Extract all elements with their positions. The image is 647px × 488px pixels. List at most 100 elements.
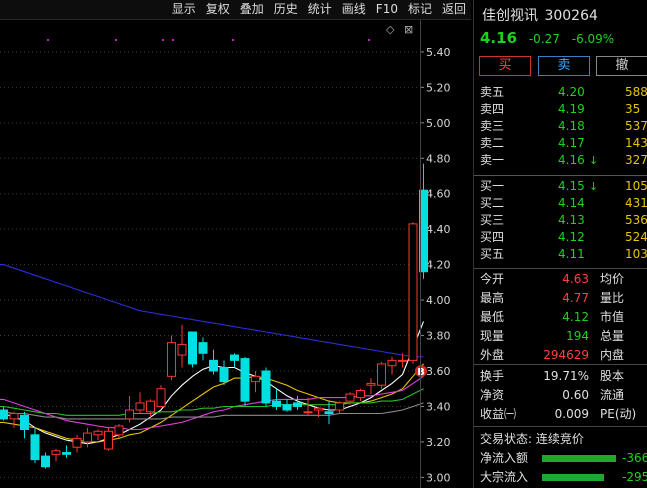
stat-label: 换手 xyxy=(480,369,505,383)
order-volume: 327 xyxy=(625,153,647,167)
stat-label: PE(动) xyxy=(600,407,637,421)
candle-body[interactable] xyxy=(398,359,407,362)
candle-body[interactable] xyxy=(198,342,208,354)
bid-row[interactable]: 买二 4.14 431 xyxy=(480,195,647,212)
order-level-label: 买一 xyxy=(480,179,505,193)
sell-button[interactable]: 卖 xyxy=(538,56,590,76)
bid-row[interactable]: 买四 4.12 524 xyxy=(480,229,647,246)
ask-row[interactable]: 卖三 4.18 537 xyxy=(480,118,647,135)
order-volume: 524 xyxy=(625,230,647,244)
y-tick-label: 4.40 xyxy=(426,223,451,236)
candle-body[interactable] xyxy=(366,382,376,386)
candle-body[interactable] xyxy=(177,343,187,356)
candle-body[interactable] xyxy=(356,390,365,399)
candle-body[interactable] xyxy=(0,409,8,420)
flow-value: -2958 xyxy=(622,470,647,484)
candle-body[interactable] xyxy=(240,358,250,402)
candle-body[interactable] xyxy=(9,413,19,420)
toolbar-button[interactable]: 返回 xyxy=(437,0,471,20)
flow-label: 大宗流入 xyxy=(480,470,529,484)
ask-row[interactable]: 卖四 4.19 35 xyxy=(480,101,647,118)
candle-body[interactable] xyxy=(293,402,302,407)
ask-row[interactable]: 卖一 4.16 ↓ 327 xyxy=(480,152,647,169)
candle-body[interactable] xyxy=(167,342,176,377)
candle-body[interactable] xyxy=(125,409,134,420)
toolbar-button[interactable]: 复权 xyxy=(201,0,235,20)
toolbar-button[interactable]: 标记 xyxy=(403,0,437,20)
candle-body[interactable] xyxy=(188,331,197,365)
order-volume: 431 xyxy=(625,196,647,210)
stat-label: 最低 xyxy=(480,310,505,324)
candle-body[interactable] xyxy=(20,414,29,430)
buy-button[interactable]: 买 xyxy=(479,56,531,76)
candle-body[interactable] xyxy=(377,363,386,386)
candle-body[interactable] xyxy=(324,411,334,415)
candle-body[interactable] xyxy=(335,402,344,411)
signal-dot xyxy=(368,39,370,41)
stat-cur-vol-value: 194 xyxy=(566,329,589,343)
kline-chart-svg[interactable]: 5.40 5.20 5.00 4.80 4.60 4.40 4.20 4.00 3.80 3.60… xyxy=(0,20,471,488)
candle-body[interactable] xyxy=(282,404,292,411)
toolbar-button[interactable]: 统计 xyxy=(303,0,337,20)
flow-bar xyxy=(542,455,616,462)
toolbar-button[interactable]: F10 xyxy=(371,0,403,20)
order-price: 4.16 xyxy=(558,153,585,167)
order-price: 4.12 xyxy=(558,230,585,244)
close-box-icon[interactable]: ⊠ xyxy=(404,23,413,36)
stock-header: 佳创视讯 300264 xyxy=(482,5,598,25)
candle-body[interactable] xyxy=(345,393,355,402)
candle-body[interactable] xyxy=(303,411,313,414)
candle-body[interactable] xyxy=(230,354,239,361)
candle-body[interactable] xyxy=(251,375,260,383)
quote-panel: 佳创视讯 300264 4.16 -0.27 -6.09% 买 卖 撤 卖五 4.… xyxy=(473,0,647,488)
candle-body[interactable] xyxy=(209,359,218,372)
signal-dot xyxy=(232,39,234,41)
toolbar-button[interactable]: 叠加 xyxy=(235,0,269,20)
stat-row-open: 今开 4.63 均价 xyxy=(480,270,647,289)
diamond-icon[interactable]: ◇ xyxy=(386,23,394,36)
stat-label: 股本 xyxy=(600,369,625,383)
section-divider xyxy=(474,364,647,365)
stat-label: 市值 xyxy=(600,310,625,324)
cancel-order-button[interactable]: 撤 xyxy=(596,56,647,76)
toolbar-button[interactable]: 历史 xyxy=(269,0,303,20)
candle-body[interactable] xyxy=(72,437,82,448)
candle-body[interactable] xyxy=(408,223,418,361)
y-tick-label: 3.60 xyxy=(426,365,451,378)
candle-body[interactable] xyxy=(93,430,103,436)
order-price: 4.13 xyxy=(558,213,585,227)
candle-body[interactable] xyxy=(30,434,40,461)
candle-body[interactable] xyxy=(146,400,155,413)
bid-row[interactable]: 买五 4.11 1031 xyxy=(480,246,647,263)
y-tick-label: 4.80 xyxy=(426,152,451,165)
candle-body[interactable] xyxy=(156,388,166,407)
bid-row[interactable]: 买一 4.15 ↓ 1058 xyxy=(480,178,647,195)
candle-body[interactable] xyxy=(83,432,92,443)
toolbar-button[interactable]: 显示 xyxy=(167,0,201,20)
order-volume: 1031 xyxy=(625,247,647,261)
ask-row[interactable]: 卖五 4.20 588 xyxy=(480,84,647,101)
stat-label: 内盘 xyxy=(600,348,625,362)
kline-chart[interactable]: 5.40 5.20 5.00 4.80 4.60 4.40 4.20 4.00 3.80 3.60… xyxy=(0,20,471,488)
candle-body[interactable] xyxy=(261,370,271,404)
order-level-label: 买四 xyxy=(480,230,505,244)
candle-body[interactable] xyxy=(219,366,229,383)
candle-body[interactable] xyxy=(41,455,50,468)
candle-body[interactable] xyxy=(387,359,397,367)
candle-body[interactable] xyxy=(62,452,71,455)
order-level-label: 卖二 xyxy=(480,136,505,150)
stat-label: 净资 xyxy=(480,388,505,402)
bid-row[interactable]: 买三 4.13 536 xyxy=(480,212,647,229)
toolbar-button[interactable]: 画线 xyxy=(337,0,371,20)
candle-body[interactable] xyxy=(51,450,61,455)
buy-signal-label: B xyxy=(417,367,425,378)
candle-body[interactable] xyxy=(272,400,281,407)
stat-row-cur-vol: 现量 194 总量 xyxy=(480,327,647,346)
y-tick-label: 3.00 xyxy=(426,471,451,484)
candle-body[interactable] xyxy=(114,425,124,436)
y-tick-label: 3.80 xyxy=(426,330,451,343)
candle-body[interactable] xyxy=(135,402,145,411)
ask-row[interactable]: 卖二 4.17 1432 xyxy=(480,135,647,152)
candle-body[interactable] xyxy=(314,407,323,411)
candle-body[interactable] xyxy=(104,430,113,450)
